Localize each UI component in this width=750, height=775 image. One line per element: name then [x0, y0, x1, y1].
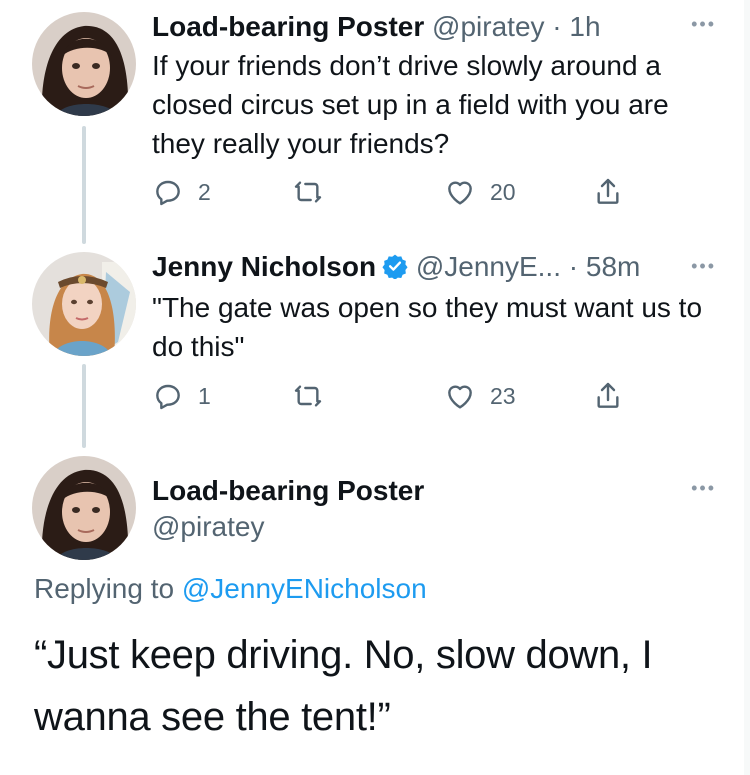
tweet-text: “Just keep driving. No, slow down, I wan…	[34, 633, 653, 739]
tweet-actions: 2 20	[152, 172, 672, 212]
reply-button[interactable]: 2	[152, 172, 211, 212]
timestamp[interactable]: 58m	[586, 251, 640, 282]
avatar[interactable]	[32, 456, 136, 560]
tweet-header: Jenny Nicholson @JennyE... · 58m	[152, 250, 640, 284]
replying-to-line: Replying to @JennyENicholson	[34, 572, 427, 606]
share-icon	[597, 178, 619, 204]
retweet-icon	[294, 181, 322, 203]
separator-dot: ·	[552, 11, 562, 42]
like-button[interactable]: 23	[444, 376, 516, 416]
replying-to-link[interactable]: @JennyENicholson	[182, 573, 427, 604]
retweet-icon	[294, 385, 322, 407]
tweet-actions: 1 23	[152, 376, 672, 416]
replying-to-label: Replying to	[34, 573, 175, 604]
author-name[interactable]: Jenny Nicholson	[152, 251, 376, 282]
tweet-text: If your friends don’t drive slowly aroun…	[152, 50, 669, 159]
author-name[interactable]: Load-bearing Poster	[152, 11, 424, 42]
like-button[interactable]: 20	[444, 172, 516, 212]
right-edge	[744, 0, 750, 775]
avatar[interactable]	[32, 252, 136, 356]
tweet-text: "The gate was open so they must want us …	[152, 292, 703, 362]
share-button[interactable]	[592, 376, 624, 416]
reply-icon	[156, 384, 180, 410]
retweet-button[interactable]	[292, 172, 338, 212]
avatar[interactable]	[32, 12, 136, 116]
author-handle[interactable]: @piratey	[432, 11, 544, 42]
timestamp[interactable]: 1h	[569, 11, 600, 42]
retweet-button[interactable]	[292, 376, 338, 416]
more-options-button[interactable]: •••	[691, 14, 716, 35]
reply-count: 1	[198, 382, 211, 409]
author-handle[interactable]: @piratey	[152, 510, 264, 544]
thread-line-1	[82, 126, 86, 244]
verified-badge-icon	[382, 254, 408, 279]
like-icon	[448, 385, 472, 409]
more-options-button[interactable]: •••	[691, 478, 716, 499]
like-icon	[448, 181, 472, 205]
reply-button[interactable]: 1	[152, 376, 211, 416]
reply-icon	[156, 180, 180, 206]
separator-dot: ·	[568, 251, 579, 282]
author-handle[interactable]: @JennyE...	[416, 251, 561, 282]
more-options-button[interactable]: •••	[691, 256, 716, 277]
share-button[interactable]	[592, 172, 624, 212]
tweet-header: Load-bearing Poster @piratey · 1h	[152, 10, 601, 44]
thread-line-2	[82, 364, 86, 448]
share-icon	[597, 382, 619, 408]
like-count: 23	[490, 382, 516, 409]
like-count: 20	[490, 178, 516, 205]
author-name[interactable]: Load-bearing Poster	[152, 474, 424, 508]
reply-count: 2	[198, 178, 211, 205]
